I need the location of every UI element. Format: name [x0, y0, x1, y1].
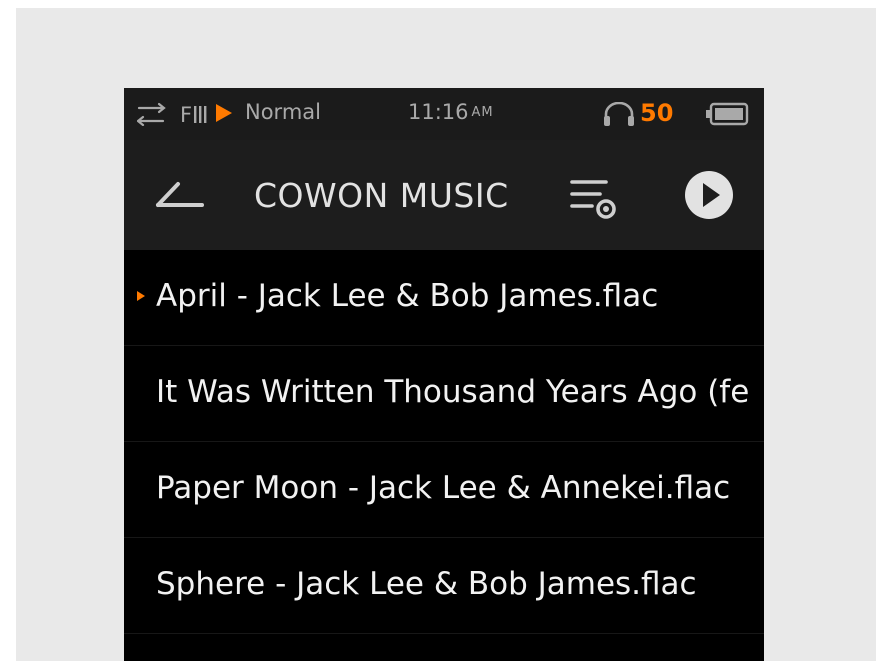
app-title: COWON MUSIC [254, 176, 509, 215]
now-playing-indicator-icon [137, 291, 145, 301]
track-item[interactable]: Sphere - Jack Lee & Bob James.flac [124, 538, 764, 634]
track-name: Sphere - Jack Lee & Bob James.flac [156, 566, 697, 602]
back-arrow-icon[interactable] [154, 178, 206, 218]
track-name: April - Jack Lee & Bob James.flac [156, 278, 659, 314]
headphone-icon [602, 102, 636, 128]
track-name: It Was Written Thousand Years Ago (fe [156, 374, 750, 410]
track-list: April - Jack Lee & Bob James.flac It Was… [124, 250, 764, 634]
clock: 11:16 AM [408, 100, 494, 124]
status-bar: F Normal 11:16 AM 50 [124, 88, 764, 140]
track-name: Paper Moon - Jack Lee & Annekei.flac [156, 470, 731, 506]
repeat-all-icon: F [180, 102, 210, 126]
battery-full-icon [706, 102, 750, 126]
track-item[interactable]: It Was Written Thousand Years Ago (fe [124, 346, 764, 442]
track-item[interactable]: April - Jack Lee & Bob James.flac [124, 250, 764, 346]
svg-text:F: F [180, 103, 192, 126]
eq-mode-label: Normal [245, 100, 321, 124]
play-icon[interactable] [684, 170, 734, 224]
clock-time: 11:16 [408, 100, 469, 124]
volume-level: 50 [640, 99, 674, 127]
clock-ampm: AM [471, 104, 494, 120]
list-settings-icon[interactable] [568, 176, 624, 226]
shuffle-repeat-icon [137, 102, 171, 126]
track-item[interactable]: Paper Moon - Jack Lee & Annekei.flac [124, 442, 764, 538]
header: COWON MUSIC [124, 140, 764, 250]
play-state-icon [215, 103, 233, 123]
player-screen: F Normal 11:16 AM 50 COWON MUSIC April -… [124, 88, 764, 661]
